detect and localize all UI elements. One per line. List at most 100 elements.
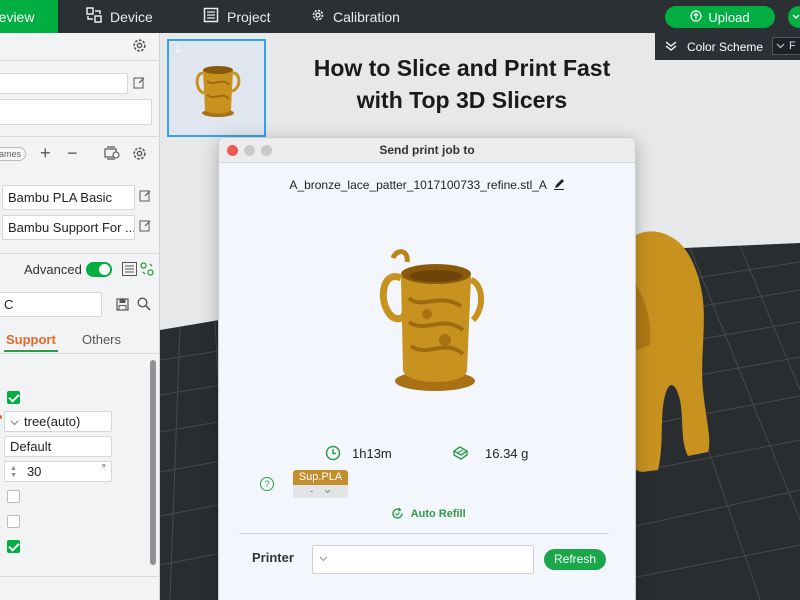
tab-others[interactable]: Others xyxy=(82,332,121,347)
chevron-down-icon xyxy=(324,486,331,496)
filament-weight: 16.34 g xyxy=(485,446,529,461)
filament-settings-gear-icon[interactable] xyxy=(132,146,147,164)
tab-calibration[interactable]: Calibration xyxy=(311,0,400,33)
filament-slot-1[interactable]: Bambu PLA Basic xyxy=(2,185,135,210)
file-name: A_bronze_lace_patter_1017100733_refine.s… xyxy=(289,178,547,192)
edit-icon[interactable] xyxy=(139,189,152,205)
upload-label: Upload xyxy=(708,9,750,25)
filament-mapping-slot[interactable]: Sup.PLA - xyxy=(293,470,348,498)
settings-search-input[interactable]: C xyxy=(0,292,102,317)
model-preview-image xyxy=(379,249,484,391)
upload-button[interactable]: Upload xyxy=(665,6,775,28)
tab-support[interactable]: Support xyxy=(6,332,56,347)
ams-slot-value: - xyxy=(310,486,314,496)
collapse-chevron-icon xyxy=(665,40,677,54)
critical-regions-checkbox[interactable] xyxy=(7,515,20,528)
plus-icon[interactable]: + xyxy=(40,143,51,164)
edit-icon[interactable] xyxy=(133,76,146,92)
tab-device-label: Device xyxy=(110,8,153,25)
plate-type-field[interactable] xyxy=(0,99,152,125)
threshold-angle-input[interactable]: ▲ ▼ 30 ° xyxy=(4,461,112,482)
support-type-value: tree(auto) xyxy=(24,414,81,429)
threshold-angle-value: 30 xyxy=(26,464,42,479)
spinner-arrows-icon[interactable]: ▲ ▼ xyxy=(10,465,17,479)
tab-preview-label: review xyxy=(0,8,35,25)
weight-icon xyxy=(452,445,469,466)
divider xyxy=(0,576,160,577)
minus-icon[interactable]: − xyxy=(67,143,78,164)
article-headline: How to Slice and Print Fast with Top 3D … xyxy=(282,52,642,116)
project-icon xyxy=(203,7,219,26)
threshold-angle-unit: ° xyxy=(101,463,106,475)
auto-refill-link[interactable]: Auto Refill xyxy=(391,507,466,523)
settings-search-value: C xyxy=(4,297,14,312)
color-scheme-label: Color Scheme xyxy=(687,39,764,54)
on-build-plate-only-checkbox[interactable] xyxy=(7,490,20,503)
filament-2-name: Bambu Support For ... xyxy=(8,220,135,235)
headline-line-1: How to Slice and Print Fast xyxy=(313,55,611,81)
search-icon[interactable] xyxy=(137,297,151,314)
color-scheme-panel[interactable]: Color Scheme F xyxy=(655,33,800,60)
support-style-value: Default xyxy=(10,439,52,454)
dialog-titlebar: Send print job to xyxy=(219,138,635,163)
rename-pencil-icon[interactable] xyxy=(553,178,565,193)
filament-sync-icon[interactable] xyxy=(104,146,120,163)
refill-cycle-icon xyxy=(391,507,404,523)
advanced-label: Advanced xyxy=(24,262,82,277)
refresh-button[interactable]: Refresh xyxy=(544,549,606,570)
calibration-gear-icon xyxy=(311,8,325,25)
filament-badge-label: Sup.PLA xyxy=(293,470,348,485)
tab-project[interactable]: Project xyxy=(203,0,271,33)
device-icon xyxy=(86,7,102,26)
tab-calibration-label: Calibration xyxy=(333,8,400,25)
send-print-job-dialog: Send print job to A_bronze_lace_patter_1… xyxy=(218,137,636,600)
auto-refill-label: Auto Refill xyxy=(410,508,466,520)
divider xyxy=(0,353,160,354)
divider xyxy=(0,136,160,137)
presets-pill[interactable]: ames xyxy=(0,147,27,161)
clock-icon xyxy=(325,445,341,466)
help-icon[interactable]: ? xyxy=(260,477,274,491)
top-toolbar: review Device Project Calibration Upload xyxy=(0,0,800,33)
plate-thumbnail[interactable]: 1 xyxy=(167,39,266,137)
divider xyxy=(0,253,160,254)
arrow-down-icon xyxy=(792,10,800,24)
printer-preset-field[interactable] xyxy=(0,73,128,94)
chevron-down-icon xyxy=(319,553,328,565)
printer-select[interactable] xyxy=(312,545,534,574)
support-style-select[interactable]: Default xyxy=(4,436,112,457)
compare-icon[interactable] xyxy=(140,262,154,279)
color-scheme-select[interactable]: F xyxy=(772,37,800,55)
edit-icon[interactable] xyxy=(139,219,152,235)
divider xyxy=(239,533,609,534)
upload-dropdown-button[interactable] xyxy=(788,6,800,28)
upload-icon xyxy=(690,9,703,25)
left-settings-panel: ames + − Bambu PLA Basic Bambu Support F… xyxy=(0,33,160,600)
tab-device[interactable]: Device xyxy=(86,0,153,33)
list-view-icon[interactable] xyxy=(122,262,137,279)
chevron-down-icon xyxy=(776,40,785,52)
enable-support-checkbox[interactable] xyxy=(7,391,20,404)
file-name-row: A_bronze_lace_patter_1017100733_refine.s… xyxy=(219,178,635,193)
settings-scrollbar[interactable] xyxy=(150,360,156,565)
active-tab-indicator xyxy=(4,350,58,352)
remove-small-overhangs-checkbox[interactable] xyxy=(7,540,20,553)
support-type-select[interactable]: tree(auto) xyxy=(4,411,112,432)
tab-project-label: Project xyxy=(227,8,271,25)
filament-slot-2[interactable]: Bambu Support For ... xyxy=(2,215,135,240)
filament-1-name: Bambu PLA Basic xyxy=(8,190,113,205)
dialog-title: Send print job to xyxy=(379,143,475,157)
print-time: 1h13m xyxy=(352,446,392,461)
settings-gear-icon[interactable] xyxy=(132,38,147,56)
headline-line-2: with Top 3D Slicers xyxy=(356,87,568,113)
tab-preview[interactable]: review xyxy=(0,0,58,33)
thumbnail-model-image xyxy=(195,66,241,117)
advanced-toggle[interactable] xyxy=(86,262,112,277)
ams-slot-select[interactable]: - xyxy=(293,485,348,498)
chevron-down-icon xyxy=(10,414,19,429)
save-icon[interactable] xyxy=(116,298,129,314)
divider xyxy=(0,60,160,61)
printer-label: Printer xyxy=(252,550,294,565)
modified-marker xyxy=(0,415,2,419)
plate-number: 1 xyxy=(175,44,181,55)
